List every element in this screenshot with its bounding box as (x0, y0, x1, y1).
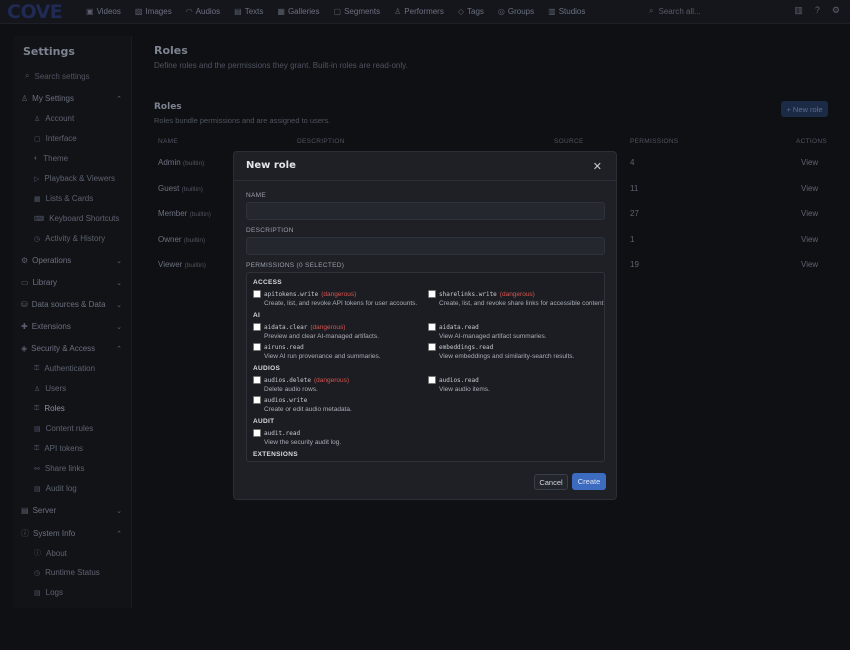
description-label: DESCRIPTION (246, 227, 294, 234)
permission-code-text: airuns.read (264, 344, 304, 351)
permission-description: View AI-managed artifact summaries. (439, 333, 547, 340)
permission-checkbox[interactable] (253, 396, 261, 404)
dangerous-badge: (dangerous) (499, 291, 535, 298)
permission-code: audios.write (264, 397, 307, 404)
permission-code-text: aidata.read (439, 324, 479, 331)
permission-code: apitokens.write (dangerous) (264, 291, 356, 298)
permission-code-text: apitokens.write (264, 291, 319, 298)
permission-checkbox[interactable] (253, 323, 261, 331)
permission-section-audit: AUDIT (253, 418, 275, 425)
permission-description: Create, list, and revoke share links for… (439, 300, 605, 307)
permission-checkbox[interactable] (253, 429, 261, 437)
name-label: NAME (246, 192, 266, 199)
description-field[interactable] (246, 237, 605, 255)
permission-section-ai: AI (253, 312, 261, 319)
permission-description: Preview and clear AI-managed artifacts. (264, 333, 379, 340)
permission-description: Create, list, and revoke API tokens for … (264, 300, 418, 307)
dangerous-badge: (dangerous) (321, 291, 357, 298)
permission-description: View audio items. (439, 386, 490, 393)
permission-checkbox[interactable] (428, 323, 436, 331)
permission-code-text: audios.delete (264, 377, 311, 384)
dialog-title: New role (246, 160, 296, 171)
permission-code: audios.read (439, 377, 479, 384)
permission-code-text: embeddings.read (439, 344, 494, 351)
permission-code: airuns.read (264, 344, 304, 351)
permissions-list[interactable]: ACCESS apitokens.write (dangerous) Create, … (246, 272, 605, 462)
permission-description: Delete audio rows. (264, 386, 318, 393)
permission-code: aidata.clear (dangerous) (264, 324, 345, 331)
new-role-dialog: New role ✕ NAME DESCRIPTION PERMISSIONS … (233, 151, 617, 500)
permission-checkbox[interactable] (253, 343, 261, 351)
permission-checkbox[interactable] (428, 376, 436, 384)
permission-checkbox[interactable] (428, 343, 436, 351)
permission-section-extensions: EXTENSIONS (253, 451, 298, 458)
create-button[interactable]: Create (572, 473, 606, 490)
permission-code: aidata.read (439, 324, 479, 331)
permission-code-text: audios.write (264, 397, 308, 404)
cancel-button[interactable]: Cancel (534, 474, 568, 490)
permission-checkbox[interactable] (253, 376, 261, 384)
permission-code: sharelinks.write (dangerous) (439, 291, 535, 298)
permissions-label: PERMISSIONS (0 SELECTED) (246, 262, 345, 269)
dialog-header: New role ✕ (234, 152, 616, 181)
close-icon[interactable]: ✕ (593, 160, 602, 173)
permission-code: embeddings.read (439, 344, 493, 351)
permission-section-access: ACCESS (253, 279, 282, 286)
permission-code: audios.delete (dangerous) (264, 377, 349, 384)
permission-section-audios: AUDIOS (253, 365, 281, 372)
permission-description: View AI run provenance and summaries. (264, 353, 381, 360)
permission-code-text: aidata.clear (264, 324, 308, 331)
permission-description: View the security audit log. (264, 439, 342, 446)
dangerous-badge: (dangerous) (310, 324, 346, 331)
name-field[interactable] (246, 202, 605, 220)
permission-code-text: sharelinks.write (439, 291, 497, 298)
permission-checkbox[interactable] (428, 290, 436, 298)
permission-code-text: audios.read (439, 377, 479, 384)
permission-checkbox[interactable] (253, 290, 261, 298)
permission-code-text: audit.read (264, 430, 301, 437)
dangerous-badge: (dangerous) (313, 377, 350, 384)
permission-code: audit.read (264, 430, 300, 437)
permission-description: Create or edit audio metadata. (264, 406, 352, 413)
permission-description: View embeddings and similarity-search re… (439, 353, 575, 360)
